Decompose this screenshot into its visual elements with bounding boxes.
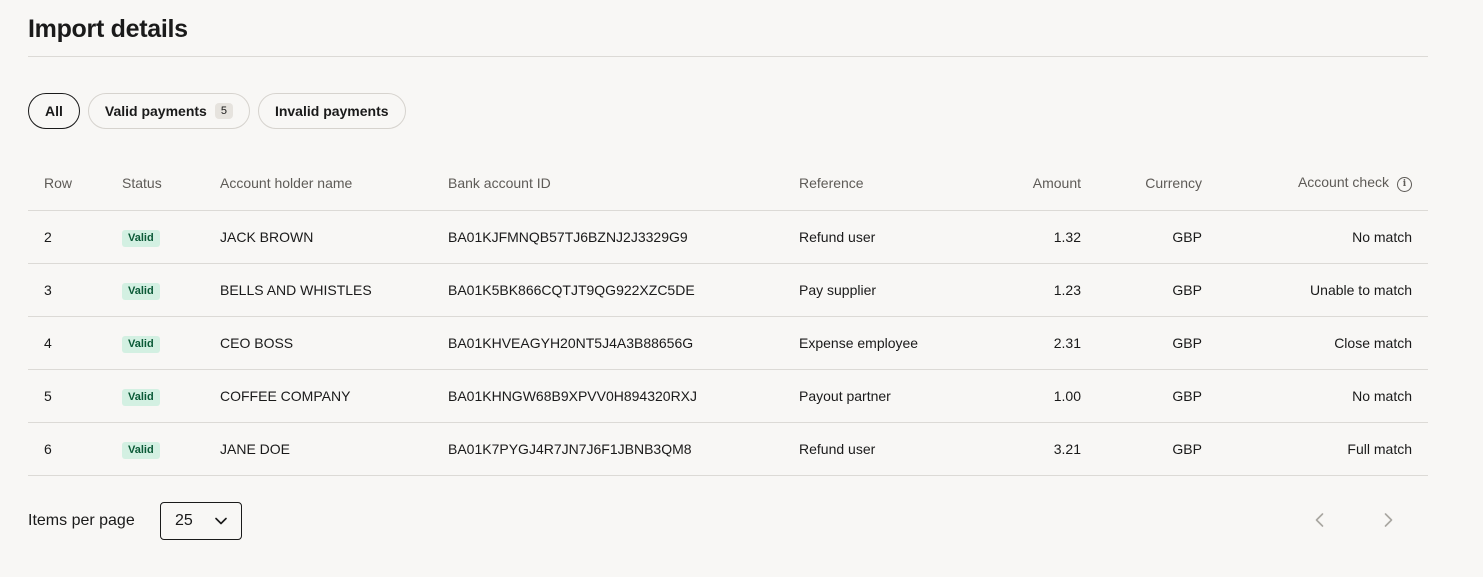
table-row: 6 Valid JANE DOE BA01K7PYGJ4R7JN7J6F1JBN… xyxy=(28,422,1428,476)
column-header-currency: Currency xyxy=(1081,156,1202,211)
previous-page-button[interactable] xyxy=(1307,510,1331,534)
status-badge: Valid xyxy=(122,441,160,459)
cell-row: 2 xyxy=(28,210,122,264)
cell-account-check: Full match xyxy=(1202,422,1428,476)
column-header-amount: Amount xyxy=(979,156,1081,211)
cell-account-check: Close match xyxy=(1202,316,1428,370)
column-header-reference: Reference xyxy=(799,156,979,211)
tab-valid-payments[interactable]: Valid payments 5 xyxy=(87,93,250,129)
items-per-page-label: Items per page xyxy=(28,512,135,529)
column-header-status: Status xyxy=(122,156,220,211)
info-icon[interactable]: i xyxy=(1397,177,1412,192)
cell-bank-account-id: BA01KJFMNQB57TJ6BZNJ2J3329G9 xyxy=(448,210,799,264)
cell-row: 6 xyxy=(28,422,122,476)
cell-account-holder-name: COFFEE COMPANY xyxy=(220,369,448,423)
column-header-account-check: Account check i xyxy=(1202,156,1428,211)
cell-reference: Expense employee xyxy=(799,316,979,370)
cell-account-check: No match xyxy=(1202,210,1428,264)
cell-currency: GBP xyxy=(1081,316,1202,370)
cell-bank-account-id: BA01K5BK866CQTJT9QG922XZC5DE xyxy=(448,263,799,317)
cell-account-holder-name: JANE DOE xyxy=(220,422,448,476)
valid-payments-count-badge: 5 xyxy=(214,103,233,119)
status-badge: Valid xyxy=(122,282,160,300)
cell-amount: 3.21 xyxy=(979,422,1081,476)
cell-status: Valid xyxy=(122,422,220,476)
cell-bank-account-id: BA01KHNGW68B9XPVV0H894320RXJ xyxy=(448,369,799,423)
cell-reference: Pay supplier xyxy=(799,263,979,317)
cell-reference: Refund user xyxy=(799,422,979,476)
cell-currency: GBP xyxy=(1081,422,1202,476)
table-row: 4 Valid CEO BOSS BA01KHVEAGYH20NT5J4A3B8… xyxy=(28,316,1428,370)
pagination-footer: Items per page 25 xyxy=(28,502,1428,540)
cell-currency: GBP xyxy=(1081,369,1202,423)
cell-row: 4 xyxy=(28,316,122,370)
tab-invalid-payments-label: Invalid payments xyxy=(274,103,389,119)
chevron-left-icon xyxy=(1315,512,1324,532)
tab-valid-payments-label: Valid payments xyxy=(104,103,207,119)
payments-table: Row Status Account holder name Bank acco… xyxy=(28,156,1428,476)
cell-account-check: No match xyxy=(1202,369,1428,423)
cell-account-holder-name: JACK BROWN xyxy=(220,210,448,264)
tab-invalid-payments[interactable]: Invalid payments xyxy=(257,93,406,129)
items-per-page-value: 25 xyxy=(175,512,193,529)
tab-all-label: All xyxy=(45,103,63,119)
next-page-button[interactable] xyxy=(1376,510,1400,534)
cell-amount: 2.31 xyxy=(979,316,1081,370)
cell-row: 3 xyxy=(28,263,122,317)
status-badge: Valid xyxy=(122,335,160,353)
cell-reference: Refund user xyxy=(799,210,979,264)
page-title: Import details xyxy=(28,15,188,43)
cell-bank-account-id: BA01KHVEAGYH20NT5J4A3B88656G xyxy=(448,316,799,370)
cell-status: Valid xyxy=(122,263,220,317)
table-body: 2 Valid JACK BROWN BA01KJFMNQB57TJ6BZNJ2… xyxy=(28,210,1428,476)
chevron-down-icon xyxy=(215,517,227,525)
items-per-page-select[interactable]: 25 xyxy=(160,502,242,540)
chevron-right-icon xyxy=(1384,512,1393,532)
cell-reference: Payout partner xyxy=(799,369,979,423)
table-row: 3 Valid BELLS AND WHISTLES BA01K5BK866CQ… xyxy=(28,263,1428,317)
status-badge: Valid xyxy=(122,229,160,247)
cell-currency: GBP xyxy=(1081,263,1202,317)
table-row: 2 Valid JACK BROWN BA01KJFMNQB57TJ6BZNJ2… xyxy=(28,210,1428,264)
cell-amount: 1.32 xyxy=(979,210,1081,264)
cell-account-check: Unable to match xyxy=(1202,263,1428,317)
tab-all[interactable]: All xyxy=(28,93,80,129)
column-header-row: Row xyxy=(28,156,122,211)
cell-account-holder-name: BELLS AND WHISTLES xyxy=(220,263,448,317)
cell-status: Valid xyxy=(122,210,220,264)
cell-status: Valid xyxy=(122,369,220,423)
table-header: Row Status Account holder name Bank acco… xyxy=(28,156,1428,211)
cell-account-holder-name: CEO BOSS xyxy=(220,316,448,370)
title-divider xyxy=(28,56,1428,57)
cell-bank-account-id: BA01K7PYGJ4R7JN7J6F1JBNB3QM8 xyxy=(448,422,799,476)
filter-tabs: All Valid payments 5 Invalid payments xyxy=(28,93,406,129)
status-badge: Valid xyxy=(122,388,160,406)
cell-status: Valid xyxy=(122,316,220,370)
column-header-account-holder-name: Account holder name xyxy=(220,156,448,211)
cell-amount: 1.23 xyxy=(979,263,1081,317)
table-row: 5 Valid COFFEE COMPANY BA01KHNGW68B9XPVV… xyxy=(28,369,1428,423)
cell-currency: GBP xyxy=(1081,210,1202,264)
cell-amount: 1.00 xyxy=(979,369,1081,423)
cell-row: 5 xyxy=(28,369,122,423)
column-header-bank-account-id: Bank account ID xyxy=(448,156,799,211)
table-header-row: Row Status Account holder name Bank acco… xyxy=(28,156,1428,211)
column-header-account-check-label: Account check xyxy=(1297,174,1389,190)
